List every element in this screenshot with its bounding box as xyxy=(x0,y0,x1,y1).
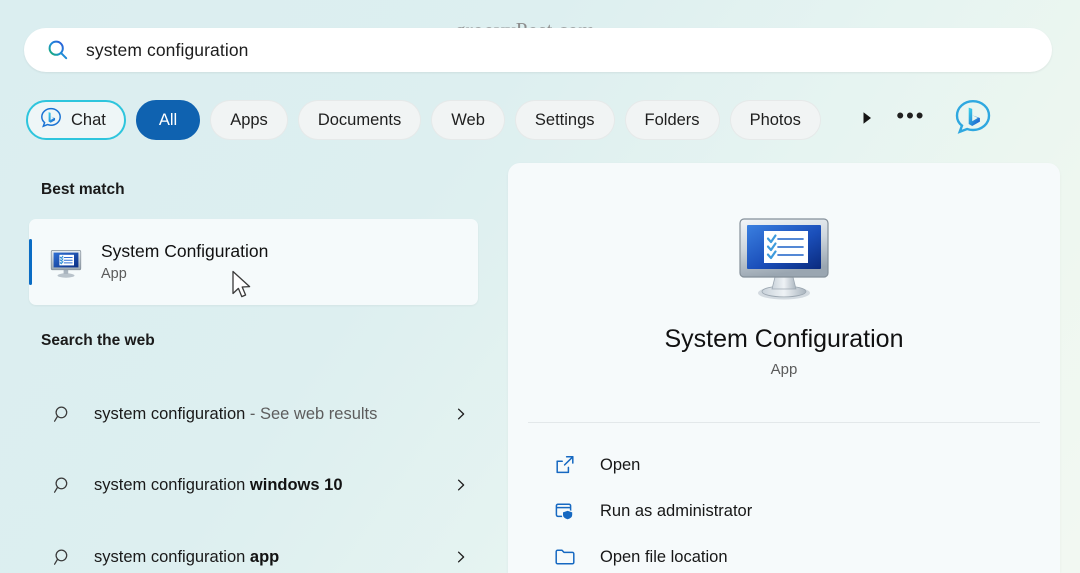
search-input[interactable]: system configuration xyxy=(86,40,249,61)
best-match-name: System Configuration xyxy=(101,241,269,261)
action-run-as-administrator[interactable]: Run as administrator xyxy=(528,488,1040,534)
selection-accent-bar xyxy=(29,239,32,285)
results-column: Best match System Configuration App Sear… xyxy=(0,163,500,573)
chip-chat[interactable]: Chat xyxy=(26,100,126,140)
chip-all[interactable]: All xyxy=(135,100,201,140)
folder-icon xyxy=(548,546,582,568)
web-result-label: system configuration windows 10 xyxy=(94,474,444,497)
action-label: Run as administrator xyxy=(600,501,753,520)
best-match-heading: Best match xyxy=(41,181,125,198)
chip-photos[interactable]: Photos xyxy=(729,100,821,140)
magnifier-icon xyxy=(46,404,80,424)
web-result-see-web-results[interactable]: system configuration - See web results xyxy=(29,381,478,447)
chip-documents[interactable]: Documents xyxy=(297,100,422,140)
chip-overflow-controls: ••• xyxy=(845,98,995,142)
web-result-label: system configuration app xyxy=(94,546,444,569)
action-label: Open xyxy=(600,455,641,474)
preview-app-name: System Configuration xyxy=(664,325,904,353)
system-configuration-app-icon xyxy=(46,242,86,282)
next-chips-button[interactable] xyxy=(845,100,889,140)
action-open[interactable]: Open xyxy=(528,442,1040,488)
search-web-heading: Search the web xyxy=(41,332,155,349)
bing-logo-icon xyxy=(952,97,994,144)
play-triangle-icon xyxy=(858,109,876,132)
search-flyout: groovyPost.com system configuration xyxy=(0,0,1080,573)
chip-settings[interactable]: Settings xyxy=(514,100,615,140)
more-options-button[interactable]: ••• xyxy=(889,100,933,140)
web-result-suffix: - See web results xyxy=(245,404,378,423)
chip-apps[interactable]: Apps xyxy=(210,100,288,140)
search-box[interactable]: system configuration xyxy=(24,28,1052,72)
web-result-label: system configuration - See web results xyxy=(94,403,444,426)
preview-app-icon-wrap xyxy=(508,205,1060,314)
preview-divider xyxy=(528,422,1040,423)
ellipsis-icon: ••• xyxy=(896,103,926,128)
preview-app-type: App xyxy=(770,361,798,378)
action-label: Open file location xyxy=(600,547,728,566)
web-result-query: system configuration xyxy=(94,547,250,566)
action-open-file-location[interactable]: Open file location xyxy=(528,534,1040,573)
filter-chip-bar: Chat All Apps Documents Web Settings Fol… xyxy=(26,99,995,141)
chevron-right-icon[interactable] xyxy=(444,550,478,564)
chevron-right-icon[interactable] xyxy=(444,478,478,492)
system-configuration-app-icon xyxy=(732,205,836,314)
bing-logo-button[interactable] xyxy=(951,98,995,142)
open-external-icon xyxy=(548,454,582,476)
web-result-query: system configuration xyxy=(94,475,250,494)
best-match-type: App xyxy=(101,266,127,282)
chevron-right-icon[interactable] xyxy=(444,407,478,421)
chip-web[interactable]: Web xyxy=(431,100,505,140)
search-icon xyxy=(44,36,72,64)
magnifier-icon xyxy=(46,475,80,495)
web-result-suffix: windows 10 xyxy=(249,475,343,494)
chip-folders[interactable]: Folders xyxy=(624,100,720,140)
magnifier-icon xyxy=(46,547,80,567)
app-preview-panel: System Configuration App Open Run as adm… xyxy=(508,163,1060,573)
web-result-windows-10[interactable]: system configuration windows 10 xyxy=(29,455,478,515)
web-result-suffix: app xyxy=(249,547,280,566)
best-match-result[interactable]: System Configuration App xyxy=(29,219,478,305)
chip-chat-label: Chat xyxy=(71,110,106,129)
web-result-app[interactable]: system configuration app xyxy=(29,527,478,573)
bing-chat-icon xyxy=(39,106,63,135)
shield-admin-icon xyxy=(548,500,582,522)
web-result-query: system configuration xyxy=(94,404,246,423)
